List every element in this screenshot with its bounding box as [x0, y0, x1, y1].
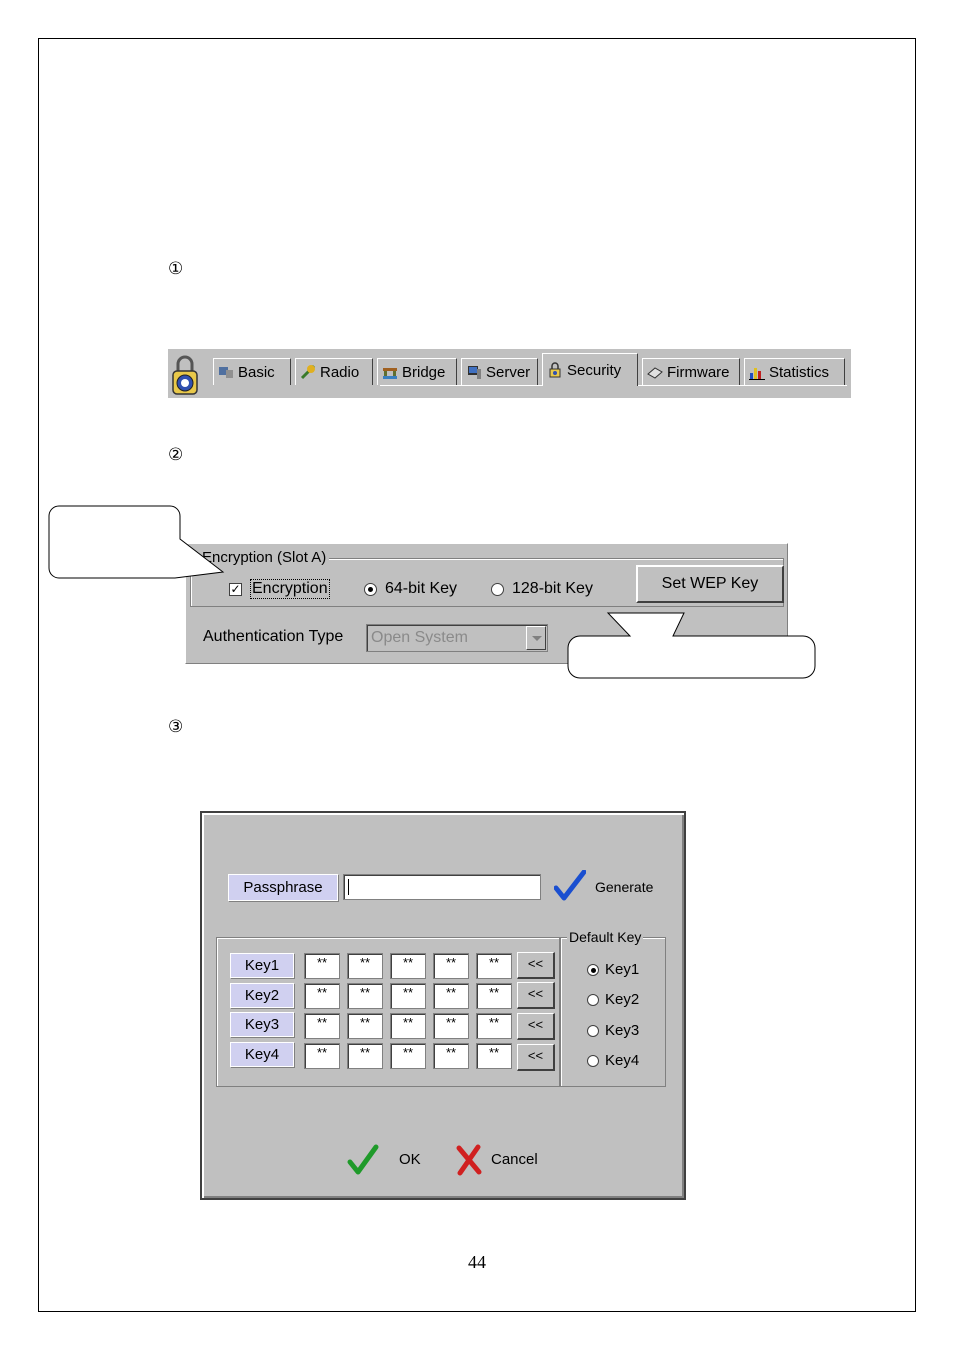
- tab-firmware[interactable]: Firmware: [642, 358, 740, 385]
- encryption-group: Encryption (Slot A) ✓ Encryption 64-bit …: [190, 549, 784, 607]
- key4-byte1[interactable]: **: [304, 1043, 340, 1069]
- key4-copy-button[interactable]: <<: [517, 1044, 555, 1071]
- step-marker-3: ③: [168, 717, 184, 737]
- key2-byte4[interactable]: **: [433, 983, 469, 1009]
- tab-bridge-label: Bridge: [402, 363, 446, 381]
- default-key2-label: Key2: [605, 991, 640, 1008]
- key2-byte2[interactable]: **: [347, 983, 383, 1009]
- authentication-type-select[interactable]: Open System: [366, 624, 548, 652]
- tab-radio-label: Radio: [320, 363, 360, 381]
- tab-basic[interactable]: Basic: [213, 358, 291, 385]
- default-key4-label: Key4: [605, 1052, 640, 1069]
- encryption-checkbox-label: Encryption: [250, 579, 330, 599]
- key3-byte2[interactable]: **: [347, 1013, 383, 1039]
- default-key2-radio[interactable]: [587, 994, 599, 1006]
- step-marker-1: ①: [168, 259, 184, 279]
- cancel-x-icon[interactable]: [455, 1144, 483, 1176]
- key2-copy-button[interactable]: <<: [517, 982, 555, 1009]
- tab-statistics[interactable]: Statistics: [744, 358, 845, 385]
- server-icon: [468, 366, 481, 379]
- firmware-icon: [647, 367, 663, 379]
- tab-statistics-label: Statistics: [769, 363, 830, 381]
- default-key1-radio[interactable]: [587, 964, 599, 976]
- encryption-panel: Encryption (Slot A) ✓ Encryption 64-bit …: [185, 543, 788, 664]
- radio-128bit-label: 128-bit Key: [512, 580, 593, 597]
- default-key3-label: Key3: [605, 1022, 640, 1039]
- generate-button-label[interactable]: Generate: [595, 879, 653, 895]
- key1-byte5[interactable]: **: [476, 953, 512, 979]
- cancel-button-label[interactable]: Cancel: [491, 1151, 538, 1168]
- key3-copy-button[interactable]: <<: [517, 1013, 555, 1040]
- generate-check-icon[interactable]: [554, 870, 586, 902]
- ok-button-label[interactable]: OK: [399, 1151, 421, 1168]
- tab-security[interactable]: Security: [542, 353, 638, 386]
- bridge-icon: [383, 368, 397, 379]
- key1-byte2[interactable]: **: [347, 953, 383, 979]
- page-number: 44: [468, 1252, 486, 1272]
- radio-64bit[interactable]: [364, 583, 377, 596]
- passphrase-input[interactable]: [343, 874, 541, 900]
- key3-byte4[interactable]: **: [433, 1013, 469, 1039]
- key3-byte1[interactable]: **: [304, 1013, 340, 1039]
- default-key1-label: Key1: [605, 961, 640, 978]
- authentication-type-label: Authentication Type: [203, 628, 344, 645]
- authentication-type-value: Open System: [371, 629, 468, 646]
- ok-check-icon[interactable]: [347, 1144, 379, 1176]
- security-icon: [549, 362, 561, 378]
- tab-basic-label: Basic: [238, 363, 275, 381]
- tab-firmware-label: Firmware: [667, 363, 730, 381]
- key4-byte5[interactable]: **: [476, 1043, 512, 1069]
- radio-128bit[interactable]: [491, 583, 504, 596]
- basic-icon: [219, 367, 233, 378]
- key2-byte3[interactable]: **: [390, 983, 426, 1009]
- chevron-down-icon[interactable]: [526, 626, 546, 650]
- encryption-group-title: Encryption (Slot A): [199, 549, 330, 566]
- key3-label: Key3: [230, 1012, 294, 1037]
- encryption-checkbox[interactable]: ✓: [229, 583, 242, 596]
- default-key3-radio[interactable]: [587, 1025, 599, 1037]
- passphrase-label: Passphrase: [228, 874, 338, 901]
- key3-byte5[interactable]: **: [476, 1013, 512, 1039]
- tab-bridge[interactable]: Bridge: [377, 358, 457, 385]
- key4-label: Key4: [230, 1042, 294, 1067]
- tab-bar: Basic Radio Bridge Server Security Firmw…: [168, 349, 851, 398]
- text-cursor: [348, 879, 349, 895]
- padlock-icon: [172, 355, 198, 395]
- tab-server[interactable]: Server: [461, 358, 538, 385]
- set-wep-key-button[interactable]: Set WEP Key: [636, 565, 784, 603]
- radio-64bit-label: 64-bit Key: [385, 580, 458, 597]
- tab-server-label: Server: [486, 363, 531, 381]
- key1-copy-button[interactable]: <<: [517, 952, 555, 979]
- key1-byte1[interactable]: **: [304, 953, 340, 979]
- wep-key-dialog: Passphrase Generate Default Key Key1 ** …: [200, 811, 686, 1200]
- step-marker-2: ②: [168, 445, 184, 465]
- tab-radio[interactable]: Radio: [295, 358, 373, 385]
- key4-byte4[interactable]: **: [433, 1043, 469, 1069]
- key2-label: Key2: [230, 983, 294, 1008]
- key2-byte5[interactable]: **: [476, 983, 512, 1009]
- default-key-title: Default Key: [567, 929, 644, 945]
- statistics-icon: [749, 368, 765, 380]
- key1-byte4[interactable]: **: [433, 953, 469, 979]
- key1-byte3[interactable]: **: [390, 953, 426, 979]
- key4-byte3[interactable]: **: [390, 1043, 426, 1069]
- radio-icon: [300, 364, 316, 380]
- key4-byte2[interactable]: **: [347, 1043, 383, 1069]
- key3-byte3[interactable]: **: [390, 1013, 426, 1039]
- key2-byte1[interactable]: **: [304, 983, 340, 1009]
- tab-security-label: Security: [567, 361, 622, 379]
- default-key4-radio[interactable]: [587, 1055, 599, 1067]
- key1-label: Key1: [230, 953, 294, 978]
